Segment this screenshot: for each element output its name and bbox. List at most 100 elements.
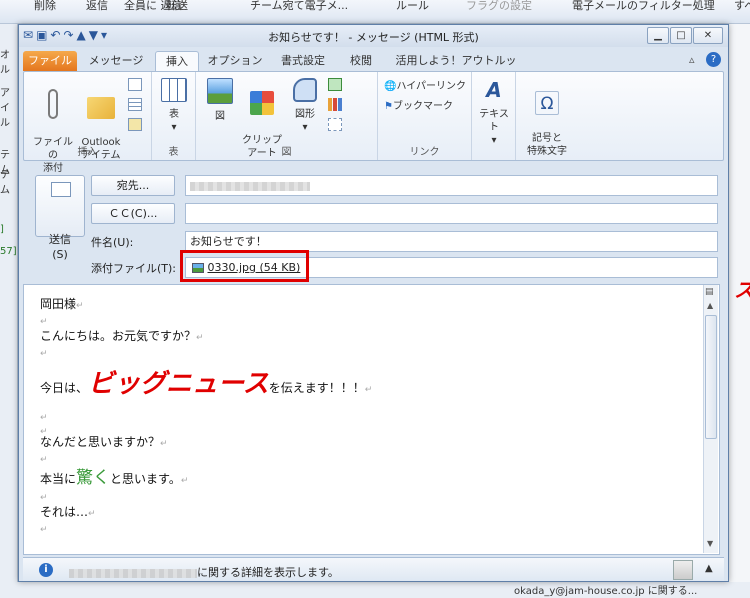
bg-filter-button[interactable]: 電子メールのフィルター処理 <box>572 0 715 13</box>
vertical-scrollbar[interactable]: ▤ ▲ ▼ <box>703 285 718 553</box>
redacted-address <box>190 181 310 191</box>
background-status: okada_y@jam-house.co.jp に関する... <box>0 582 750 598</box>
app-icon[interactable]: ✉ <box>23 28 36 42</box>
attach-file-button[interactable]: ファイルの 添付 <box>30 76 76 175</box>
group-label: リンク <box>409 147 440 158</box>
screenshot-icon[interactable] <box>328 118 342 131</box>
maximize-button[interactable]: □ <box>670 27 692 44</box>
tab-format[interactable]: 書式設定 <box>271 51 335 71</box>
people-pane-message[interactable]: に関する詳細を表示します。 <box>69 564 339 580</box>
shapes-button[interactable]: 図形 ▾ <box>288 78 322 134</box>
calendar-icon[interactable] <box>128 98 142 111</box>
group-insert: ファイルの 添付 Outlook アイテム 挿入 <box>24 72 152 174</box>
chart-icon[interactable] <box>328 98 342 111</box>
body-line: それは…↵ <box>40 505 96 519</box>
down-icon[interactable]: ▼ <box>89 28 101 42</box>
picture-icon <box>207 78 233 104</box>
scroll-down-icon[interactable]: ▼ <box>707 539 713 548</box>
background-toolbar: 削除 返信 全員に 返信 転送 チーム宛て電子メ... ルール フラグの設定 電… <box>0 0 750 24</box>
save-icon[interactable]: ▣ <box>36 28 50 42</box>
bg-nav-fragment: 57] <box>0 246 17 257</box>
tab-options[interactable]: オプション <box>203 51 267 71</box>
bg-team-mail-button[interactable]: チーム宛て電子メ... <box>250 0 348 13</box>
subject-label: 件名(U): <box>91 236 134 249</box>
omega-icon: Ω <box>535 91 559 115</box>
bg-red-fragment-icon: ス <box>734 274 750 303</box>
undo-icon[interactable]: ↶ <box>50 28 63 42</box>
window-title: お知らせです！ - メッセージ (HTML 形式) <box>268 31 479 44</box>
clip-art-icon <box>250 91 274 115</box>
customize-icon[interactable]: ▾ <box>101 28 110 42</box>
bg-all-button[interactable]: すべて <box>734 0 750 13</box>
signature-icon[interactable] <box>128 118 142 131</box>
body-line: こんにちは。お元気ですか？↵ <box>40 329 204 343</box>
text-a-icon: A <box>486 78 502 102</box>
group-text: A テキスト ▾ <box>472 72 516 160</box>
quick-access-toolbar[interactable]: ✉▣↶↷▲▼▾ <box>23 28 110 42</box>
text-button[interactable]: A テキスト ▾ <box>476 78 512 147</box>
expand-people-pane-icon[interactable]: ▲ <box>705 563 713 574</box>
tab-file[interactable]: ファイル <box>23 51 77 71</box>
table-button[interactable]: 表 ▾ <box>158 78 190 134</box>
scroll-up-icon[interactable]: ▲ <box>707 301 713 310</box>
dropdown-icon: ▾ <box>491 135 497 146</box>
bg-forward-button[interactable]: 転送 <box>166 0 188 13</box>
people-pane-bar: i に関する詳細を表示します。 ▲ <box>23 557 724 581</box>
smartart-icon[interactable] <box>328 78 342 91</box>
redo-icon[interactable]: ↷ <box>63 28 76 42</box>
group-links: 🌐ハイパーリンク ⚑ブックマーク リンク <box>378 72 472 160</box>
dropdown-icon: ▾ <box>302 122 308 133</box>
background-nav-pane: オル アイル テム テム ] 57] <box>0 24 18 598</box>
dropdown-icon: ▾ <box>171 122 177 133</box>
tab-insert[interactable]: 挿入 <box>155 51 199 71</box>
subject-field[interactable]: お知らせです！ <box>185 231 718 252</box>
info-icon: i <box>39 563 53 577</box>
body-line: 本当に驚くと思います。↵ <box>40 468 189 488</box>
compose-header: 送信 (S) 宛先... ＣＣ(C)... 件名(U): お知らせです！ 添付フ… <box>23 163 724 283</box>
body-line: 今日は、ビッグニュースを伝えます！！！↵ <box>40 369 373 399</box>
avatar[interactable] <box>673 560 693 580</box>
collapse-ribbon-icon[interactable]: ▵ <box>689 53 695 66</box>
help-icon[interactable]: ? <box>706 52 721 67</box>
to-field[interactable] <box>185 175 718 196</box>
bookmark-icon: ⚑ <box>384 101 393 112</box>
symbols-button[interactable]: Ω 記号と 特殊文字 <box>520 78 574 158</box>
ribbon-tabs: ファイル メッセージ 挿入 オプション 書式設定 校閲 活用しよう！アウトルック… <box>19 47 728 87</box>
group-label: 表 <box>168 147 179 158</box>
hyperlink-button[interactable]: 🌐ハイパーリンク <box>384 80 466 93</box>
bg-delete-button[interactable]: 削除 <box>34 0 56 13</box>
table-icon <box>161 78 187 102</box>
body-line: ↵ <box>40 493 48 503</box>
close-button[interactable]: ✕ <box>693 27 723 44</box>
up-icon[interactable]: ▲ <box>77 28 89 42</box>
body-line: ↵ <box>40 525 48 535</box>
message-body[interactable]: 岡田様↵ ↵ こんにちは。お元気ですか？↵ ↵ 今日は、ビッグニュースを伝えます… <box>23 284 720 555</box>
send-button[interactable]: 送信 (S) <box>35 175 85 261</box>
attachment-label: 添付ファイル(T): <box>91 262 177 275</box>
tab-message[interactable]: メッセージ <box>81 51 151 71</box>
bg-reply-button[interactable]: 返信 <box>86 0 108 13</box>
bg-rules-button[interactable]: ルール <box>396 0 429 13</box>
cc-button[interactable]: ＣＣ(C)... <box>91 203 175 224</box>
envelope-icon <box>87 97 115 119</box>
title-bar: お知らせです！ - メッセージ (HTML 形式) ✉▣↶↷▲▼▾ ▁ □ ✕ <box>19 25 728 47</box>
cc-field[interactable] <box>185 203 718 224</box>
to-button[interactable]: 宛先... <box>91 175 175 196</box>
attachment-highlight <box>180 250 309 282</box>
tab-review[interactable]: 校閲 <box>339 51 383 71</box>
surprise-text: 驚く <box>76 468 111 488</box>
minimize-button[interactable]: ▁ <box>647 27 669 44</box>
group-label: 挿入 <box>77 147 98 158</box>
tab-outlook-tips[interactable]: 活用しよう！アウトルック <box>391 51 521 87</box>
body-line: なんだと思いますか？↵ <box>40 435 168 449</box>
body-line: ↵ <box>40 349 48 359</box>
bookmark-button[interactable]: ⚑ブックマーク <box>384 100 453 113</box>
group-illustrations: 図 クリップ アート 図形 ▾ 図 <box>196 72 378 160</box>
bg-flag-button[interactable]: フラグの設定 <box>466 0 532 13</box>
body-line: 岡田様↵ <box>40 297 84 311</box>
business-card-icon[interactable] <box>128 78 142 91</box>
picture-button[interactable]: 図 <box>204 78 236 123</box>
paperclip-icon <box>48 89 58 119</box>
scroll-thumb[interactable] <box>705 315 717 439</box>
ruler-toggle-icon[interactable]: ▤ <box>705 287 714 297</box>
